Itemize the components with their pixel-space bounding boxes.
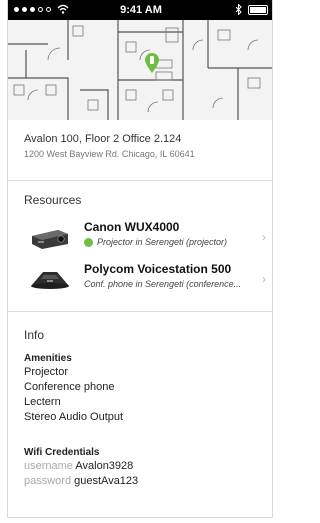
status-right: [235, 4, 268, 15]
resource-description: Projector in Serengeti (projector): [97, 237, 228, 247]
resource-description: Conf. phone in Serengeti (conference...: [84, 279, 242, 289]
status-available-icon: [84, 237, 93, 247]
username-value: Avalon3928: [75, 460, 134, 472]
resource-row-conference-phone[interactable]: Polycom Voicestation 500 Conf. phone in …: [8, 262, 272, 296]
chevron-right-icon: ›: [262, 230, 266, 244]
password-value: guestAva123: [74, 475, 139, 487]
location-pin-icon[interactable]: [144, 52, 160, 74]
status-time: 9:41 AM: [120, 4, 162, 16]
room-name: Avalon 100, Floor 2 Office 2.124: [24, 133, 182, 145]
resource-name: Polycom Voicestation 500: [84, 262, 232, 276]
resource-subtitle: Projector in Serengeti (projector): [84, 237, 227, 247]
floor-plan-drawing: [8, 20, 272, 120]
floor-plan-map[interactable]: [8, 20, 272, 120]
divider: [8, 180, 272, 181]
divider: [8, 311, 272, 312]
amenity-item: Stereo Audio Output: [24, 411, 124, 423]
amenities-label: Amenities: [24, 353, 72, 364]
wifi-username: username Avalon3928: [24, 460, 133, 472]
info-heading: Info: [24, 328, 45, 342]
wifi-credentials-label: Wifi Credentials: [24, 447, 100, 458]
conference-phone-image: [28, 264, 72, 294]
amenity-item: Projector: [24, 366, 69, 378]
status-bar: 9:41 AM: [8, 0, 272, 20]
amenity-item: Conference phone: [24, 381, 115, 393]
battery-icon: [248, 4, 268, 15]
resource-subtitle: Conf. phone in Serengeti (conference...: [84, 279, 241, 289]
street-address: 1200 West Bayview Rd. Chicago, IL 60641: [24, 149, 195, 159]
amenity-item: Lectern: [24, 396, 61, 408]
bluetooth-icon: [235, 4, 242, 15]
wifi-password: password guestAva123: [24, 475, 138, 487]
resource-row-projector[interactable]: Canon WUX4000 Projector in Serengeti (pr…: [8, 220, 272, 254]
chevron-right-icon: ›: [262, 272, 266, 286]
location-address: Avalon 100, Floor 2 Office 2.124 1200 We…: [24, 133, 195, 159]
username-label: username: [24, 460, 73, 472]
resource-name: Canon WUX4000: [84, 220, 180, 234]
resources-heading: Resources: [24, 193, 82, 207]
password-label: password: [24, 475, 72, 487]
app-screen: 9:41 AM Avalon 100, Floor 2 Office 2.124…: [7, 0, 273, 518]
projector-image: [28, 222, 72, 252]
